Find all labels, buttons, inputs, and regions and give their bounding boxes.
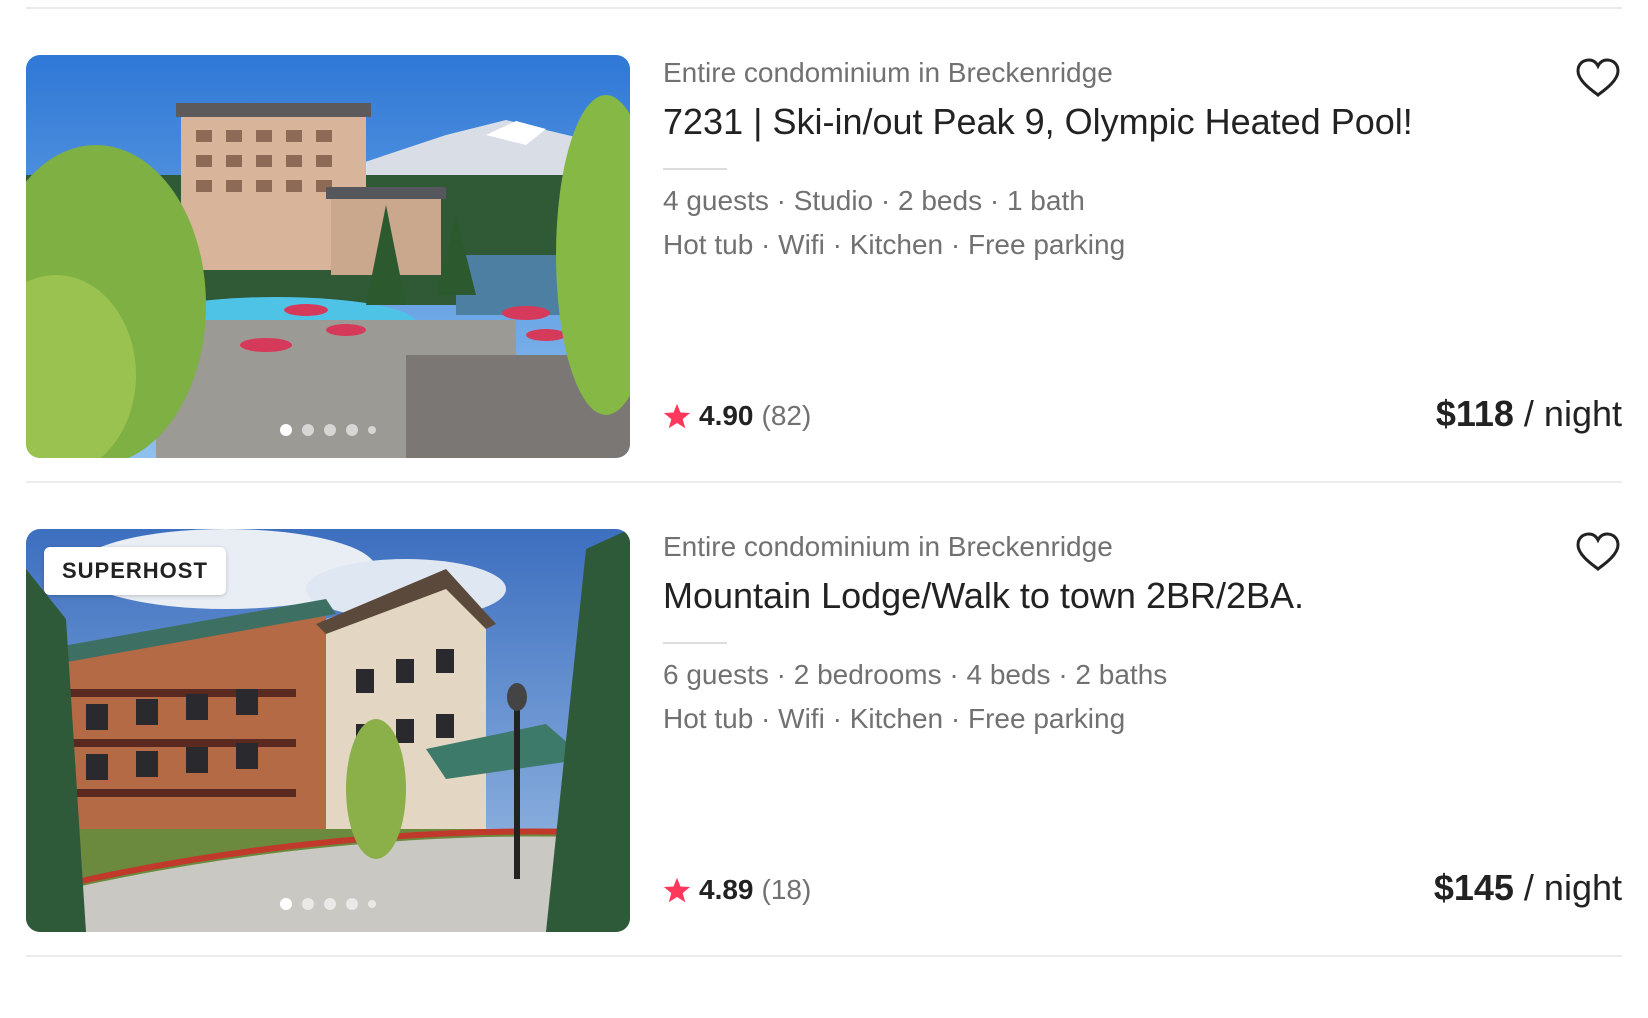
listing-title[interactable]: Mountain Lodge/Walk to town 2BR/2BA. xyxy=(663,575,1304,617)
listing-amenities: Hot tub · Wifi · Kitchen · Free parking xyxy=(663,229,1126,260)
price: $145 / night xyxy=(1434,867,1622,909)
pagination-dot[interactable] xyxy=(368,426,376,434)
photo-pagination xyxy=(26,898,630,910)
listing-title[interactable]: 7231 | Ski-in/out Peak 9, Olympic Heated… xyxy=(663,101,1413,143)
rating-value: 4.90 xyxy=(699,400,754,431)
rating-value: 4.89 xyxy=(699,874,754,905)
divider xyxy=(26,955,1622,957)
pagination-dot[interactable] xyxy=(324,424,336,436)
pagination-dot[interactable] xyxy=(368,900,376,908)
price-unit: / night xyxy=(1513,867,1622,908)
listing-subtitle: Entire condominium in Breckenridge xyxy=(663,531,1113,562)
listing-details: 6 guests · 2 bedrooms · 4 beds · 2 baths xyxy=(663,659,1168,690)
price-unit: / night xyxy=(1513,393,1622,434)
rating: 4.90 (82) xyxy=(663,400,811,432)
superhost-badge: SUPERHOST xyxy=(44,547,226,595)
price-amount: $118 xyxy=(1435,393,1514,434)
resort-pool-photo xyxy=(26,55,630,458)
pagination-dot[interactable] xyxy=(324,898,336,910)
price-amount: $145 xyxy=(1433,867,1514,908)
divider xyxy=(26,481,1622,483)
listing-info: Entire condominium in Breckenridge 7231 … xyxy=(663,55,1622,458)
heart-icon[interactable] xyxy=(1574,529,1622,577)
star-icon xyxy=(663,403,691,429)
pagination-dot[interactable] xyxy=(346,898,358,910)
heart-icon[interactable] xyxy=(1574,55,1622,103)
listing-card[interactable]: Entire condominium in Breckenridge 7231 … xyxy=(26,55,1622,458)
listing-photo[interactable] xyxy=(26,55,630,458)
divider xyxy=(663,168,727,170)
price: $118 / night xyxy=(1436,393,1622,435)
review-count: (18) xyxy=(761,874,812,905)
star-icon xyxy=(663,877,691,903)
rating: 4.89 (18) xyxy=(663,874,811,906)
listing-photo[interactable]: SUPERHOST xyxy=(26,529,630,932)
search-results: Entire condominium in Breckenridge 7231 … xyxy=(0,0,1648,1018)
listing-details: 4 guests · Studio · 2 beds · 1 bath xyxy=(663,185,1085,216)
divider xyxy=(26,7,1622,9)
listing-card[interactable]: SUPERHOST Entire condominium in Breckenr… xyxy=(26,529,1622,932)
pagination-dot[interactable] xyxy=(280,424,292,436)
listing-amenities: Hot tub · Wifi · Kitchen · Free parking xyxy=(663,703,1126,734)
pagination-dot[interactable] xyxy=(280,898,292,910)
pagination-dot[interactable] xyxy=(346,424,358,436)
review-count: (82) xyxy=(761,400,812,431)
listing-subtitle: Entire condominium in Breckenridge xyxy=(663,57,1113,88)
listing-info: Entire condominium in Breckenridge Mount… xyxy=(663,529,1622,932)
pagination-dot[interactable] xyxy=(302,424,314,436)
photo-pagination xyxy=(26,424,630,436)
pagination-dot[interactable] xyxy=(302,898,314,910)
divider xyxy=(663,642,727,644)
